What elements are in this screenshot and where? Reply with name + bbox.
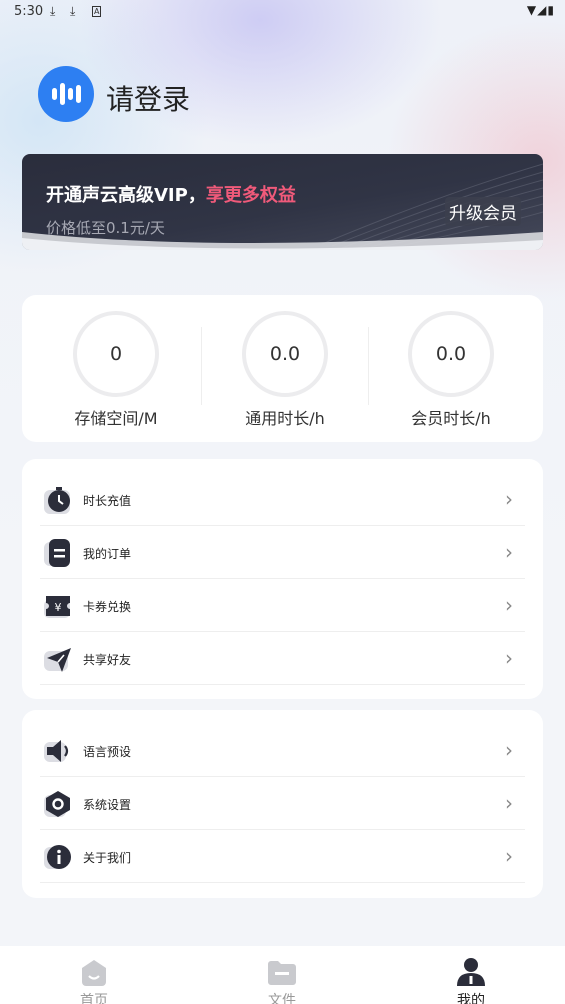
vip-title-prefix: 开通声云高级VIP， [46,185,206,206]
menu-item-orders[interactable]: 我的订单 › [40,527,525,579]
menu-label: 时长充值 [83,494,132,508]
upgrade-vip-button[interactable]: 升级会员 [445,197,521,226]
stat-label: 通用时长/h [245,409,325,428]
speaker-icon [44,740,69,762]
tab-home[interactable]: 首页 [34,946,154,1004]
settings-icon [44,791,70,817]
profile-icon [457,958,485,986]
status-time: 5:30 [14,4,44,19]
chevron-right-icon: › [505,540,513,564]
svg-text:¥: ¥ [55,601,62,614]
stats-card: 0 存储空间/M 0.0 通用时长/h 0.0 会员时长/h [22,295,543,442]
stopwatch-icon [44,487,70,514]
menu-group-account: 时长充值 › 我的订单 › ¥ 卡券兑换 › 共享好友 › [22,459,543,699]
battery-icon: ▮ [547,3,555,17]
app-notification-icon: A [92,6,102,17]
tab-label: 首页 [80,993,108,1004]
stat-storage[interactable]: 0 存储空间/M [31,295,201,442]
menu-item-recharge[interactable]: 时长充值 › [40,474,525,526]
status-icons: ▼◢▮ [527,3,555,17]
download-icon: ⤓ [50,4,56,18]
chevron-right-icon: › [505,844,513,868]
menu-item-language[interactable]: 语言预设 › [40,725,525,777]
vip-title-highlight: 享更多权益 [205,185,296,206]
order-icon [44,539,70,567]
menu-item-about[interactable]: 关于我们 › [40,831,525,883]
stat-label: 会员时长/h [411,409,491,428]
menu-label: 卡券兑换 [83,600,132,614]
vip-price-subtitle: 价格低至0.1元/天 [46,219,165,237]
menu-label: 我的订单 [83,547,132,561]
chevron-right-icon: › [505,646,513,670]
tab-label: 我的 [457,993,485,1004]
vip-title: 开通声云高级VIP，享更多权益 [46,181,296,207]
login-prompt[interactable]: 请登录 [106,78,190,118]
menu-item-settings[interactable]: 系统设置 › [40,778,525,830]
tab-label: 文件 [268,993,296,1004]
menu-label: 语言预设 [83,745,132,759]
home-icon [82,960,106,986]
stat-ring: 0 [73,311,159,397]
wifi-icon: ▼ [526,3,538,17]
download-icon: ⤓ [70,4,76,18]
stat-label: 存储空间/M [74,409,158,428]
folder-icon [268,961,296,985]
signal-icon: ◢ [537,3,548,17]
stat-general-duration[interactable]: 0.0 通用时长/h [200,295,370,442]
menu-group-settings: 语言预设 › 系统设置 › 关于我们 › [22,710,543,898]
bottom-navigation: 首页 文件 我的 [0,946,565,1004]
menu-label: 共享好友 [83,653,132,667]
chevron-right-icon: › [505,487,513,511]
menu-label: 系统设置 [83,798,132,812]
menu-item-share[interactable]: 共享好友 › [40,633,525,685]
info-icon [44,845,71,869]
status-bar: 5:30 ⤓ ⤓ A ▼◢▮ [0,0,565,24]
vip-banner[interactable]: 开通声云高级VIP，享更多权益 价格低至0.1元/天 升级会员 [22,154,543,250]
share-plane-icon [44,648,71,672]
tab-files[interactable]: 文件 [222,946,342,1004]
chevron-right-icon: › [505,791,513,815]
chevron-right-icon: › [505,593,513,617]
voice-wave-logo[interactable] [38,66,94,122]
stat-member-duration[interactable]: 0.0 会员时长/h [366,295,536,442]
chevron-right-icon: › [505,738,513,762]
coupon-icon: ¥ [44,596,70,618]
stat-ring: 0.0 [408,311,494,397]
tab-profile[interactable]: 我的 [411,946,531,1004]
menu-label: 关于我们 [83,851,132,865]
menu-item-coupon[interactable]: ¥ 卡券兑换 › [40,580,525,632]
stat-ring: 0.0 [242,311,328,397]
